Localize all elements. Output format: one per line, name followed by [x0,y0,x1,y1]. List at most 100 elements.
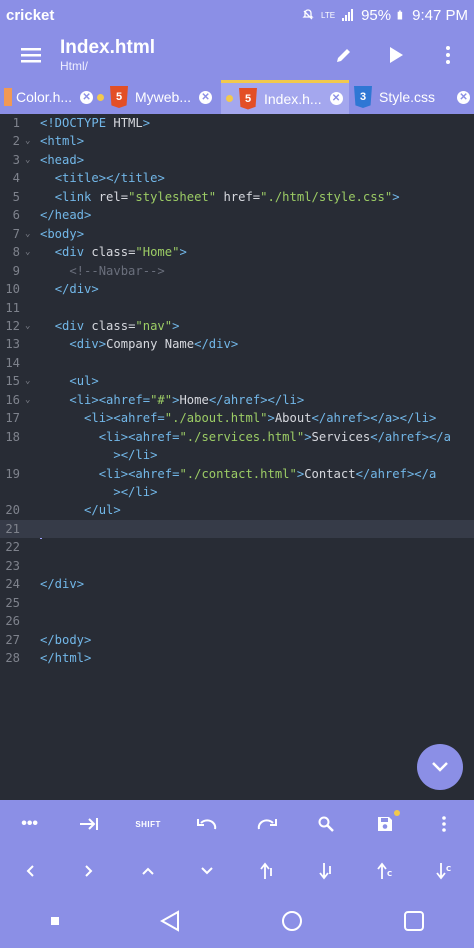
cursor-up-button[interactable] [119,849,177,893]
more-symbols-button[interactable]: ••• [1,802,59,846]
code-line[interactable]: 28 </html> [0,649,474,667]
svg-text:C: C [387,870,392,878]
undo-icon [197,819,217,830]
shift-button[interactable]: SHIFT [119,802,177,846]
code-line[interactable]: 21 [0,519,474,539]
fold-chevron-icon[interactable]: ⌄ [25,225,33,243]
chevron-up-icon [142,867,154,875]
tab-myweb[interactable]: 5 Myweb... ✕ [97,80,221,114]
line-number: 22 [5,540,20,555]
fold-chevron-icon[interactable]: ⌄ [25,132,33,150]
code-line[interactable]: 17 <li><ahref="./about.html">About</ahre… [0,409,474,427]
line-number: 9 [12,263,20,278]
code-text: <ul> [69,374,99,389]
chevron-left-icon [26,865,34,877]
code-line[interactable]: 5 <link rel="stylesheet" href="./html/st… [0,188,474,206]
hamburger-icon [21,48,41,63]
svg-text:C: C [446,865,451,873]
line-number: 6 [12,208,20,223]
doc-start-button[interactable]: C [356,849,414,893]
home-icon[interactable] [281,910,303,932]
close-icon[interactable]: ✕ [457,90,471,104]
close-icon[interactable]: ✕ [199,90,213,104]
code-line[interactable]: 27 </body> [0,631,474,649]
code-line[interactable]: 25 [0,594,474,612]
tab-index[interactable]: 5 Index.h... ✕ [221,80,349,114]
modified-dot [97,93,104,101]
code-text: </div> [40,577,85,592]
code-line[interactable]: 4 <title></title> [0,169,474,187]
run-button[interactable] [370,30,422,80]
cursor-right-button[interactable] [60,849,118,893]
move-line-end-button[interactable] [297,849,355,893]
search-button[interactable] [297,802,355,846]
code-text: </head> [40,208,92,223]
battery-icon [397,10,403,20]
save-button[interactable] [356,802,414,846]
code-line[interactable]: 16 ⌄ <li><ahref="#">Home</ahref></li> [0,391,474,409]
code-line[interactable]: 26 [0,612,474,630]
code-line[interactable]: 11 [0,299,474,317]
doc-end-button[interactable]: C [415,849,473,893]
code-line[interactable]: 2 ⌄ <html> [0,132,474,150]
back-icon[interactable] [159,910,180,932]
code-line[interactable]: 13 <div>Company Name</div> [0,335,474,353]
edit-button[interactable] [318,30,370,80]
code-text: </div> [54,282,99,297]
tab-style[interactable]: 3 Style.css ✕ [352,80,474,114]
fold-chevron-icon[interactable]: ⌄ [25,391,33,409]
move-line-start-button[interactable] [238,849,296,893]
close-icon[interactable]: ✕ [329,92,343,105]
nav-square-dot[interactable] [50,917,59,925]
fold-chevron-icon[interactable]: ⌄ [25,317,33,335]
code-line[interactable]: 23 [0,557,474,575]
play-icon [390,47,403,63]
code-line[interactable]: 9 <!--Navbar--> [0,262,474,280]
cursor-left-button[interactable] [1,849,59,893]
code-line[interactable]: 1 <!DOCTYPE HTML> [0,114,474,132]
code-line[interactable]: 15 ⌄ <ul> [0,372,474,390]
collapse-toolbar-button[interactable] [417,744,463,790]
undo-button[interactable] [178,802,236,846]
code-line[interactable]: ></li> [0,446,474,464]
status-icons: LTE 95% 9:47 PM [301,7,468,24]
code-line[interactable]: 18 <li><ahref="./services.html">Services… [0,428,474,446]
code-line[interactable]: 24 </div> [0,575,474,593]
fold-chevron-icon[interactable]: ⌄ [25,151,33,169]
code-text: <li><ahref="./contact.html">Contact</ahr… [98,466,437,481]
file-icon [4,88,12,106]
line-number: 16 [5,392,20,407]
overflow-button[interactable] [415,802,473,846]
file-title: Index.html [60,37,156,58]
code-line[interactable]: 22 [0,538,474,556]
code-line[interactable]: 8 ⌄ <div class="Home"> [0,243,474,261]
navigation-toolbar: C C [0,848,474,894]
code-line[interactable]: ></li> [0,483,474,501]
recents-icon[interactable] [403,911,424,931]
tab-indent-button[interactable] [60,802,118,846]
redo-button[interactable] [238,802,296,846]
code-line[interactable]: 14 [0,354,474,372]
code-line[interactable]: 19 <li><ahref="./contact.html">Contact</… [0,465,474,483]
code-text: <li><ahref="#">Home</ahref></li> [69,392,305,407]
fold-chevron-icon[interactable]: ⌄ [25,372,33,390]
chevron-right-icon [85,865,93,877]
line-number: 23 [5,558,20,573]
cursor-down-button[interactable] [178,849,236,893]
menu-button[interactable] [0,30,62,80]
line-number: 1 [12,116,20,130]
app-overflow-button[interactable] [422,30,474,80]
code-line[interactable]: 10 </div> [0,280,474,298]
code-line[interactable]: 7 ⌄ <body> [0,225,474,243]
line-number: 7 [12,226,20,241]
code-text: <li><ahref="./services.html">Services</a… [98,429,451,444]
code-line[interactable]: 20 </ul> [0,501,474,519]
file-path: Html/ [60,59,88,73]
close-icon[interactable]: ✕ [80,90,94,104]
code-line[interactable]: 6 </head> [0,206,474,224]
code-line[interactable]: 12 ⌄ <div class="nav"> [0,317,474,335]
code-editor[interactable]: 1 <!DOCTYPE HTML> 2 ⌄ <html> 3 ⌄ <head> 4 <title… [0,114,474,800]
tab-color[interactable]: Color.h... ✕ [0,80,110,114]
fold-chevron-icon[interactable]: ⌄ [25,243,33,261]
code-line[interactable]: 3 ⌄ <head> [0,151,474,169]
